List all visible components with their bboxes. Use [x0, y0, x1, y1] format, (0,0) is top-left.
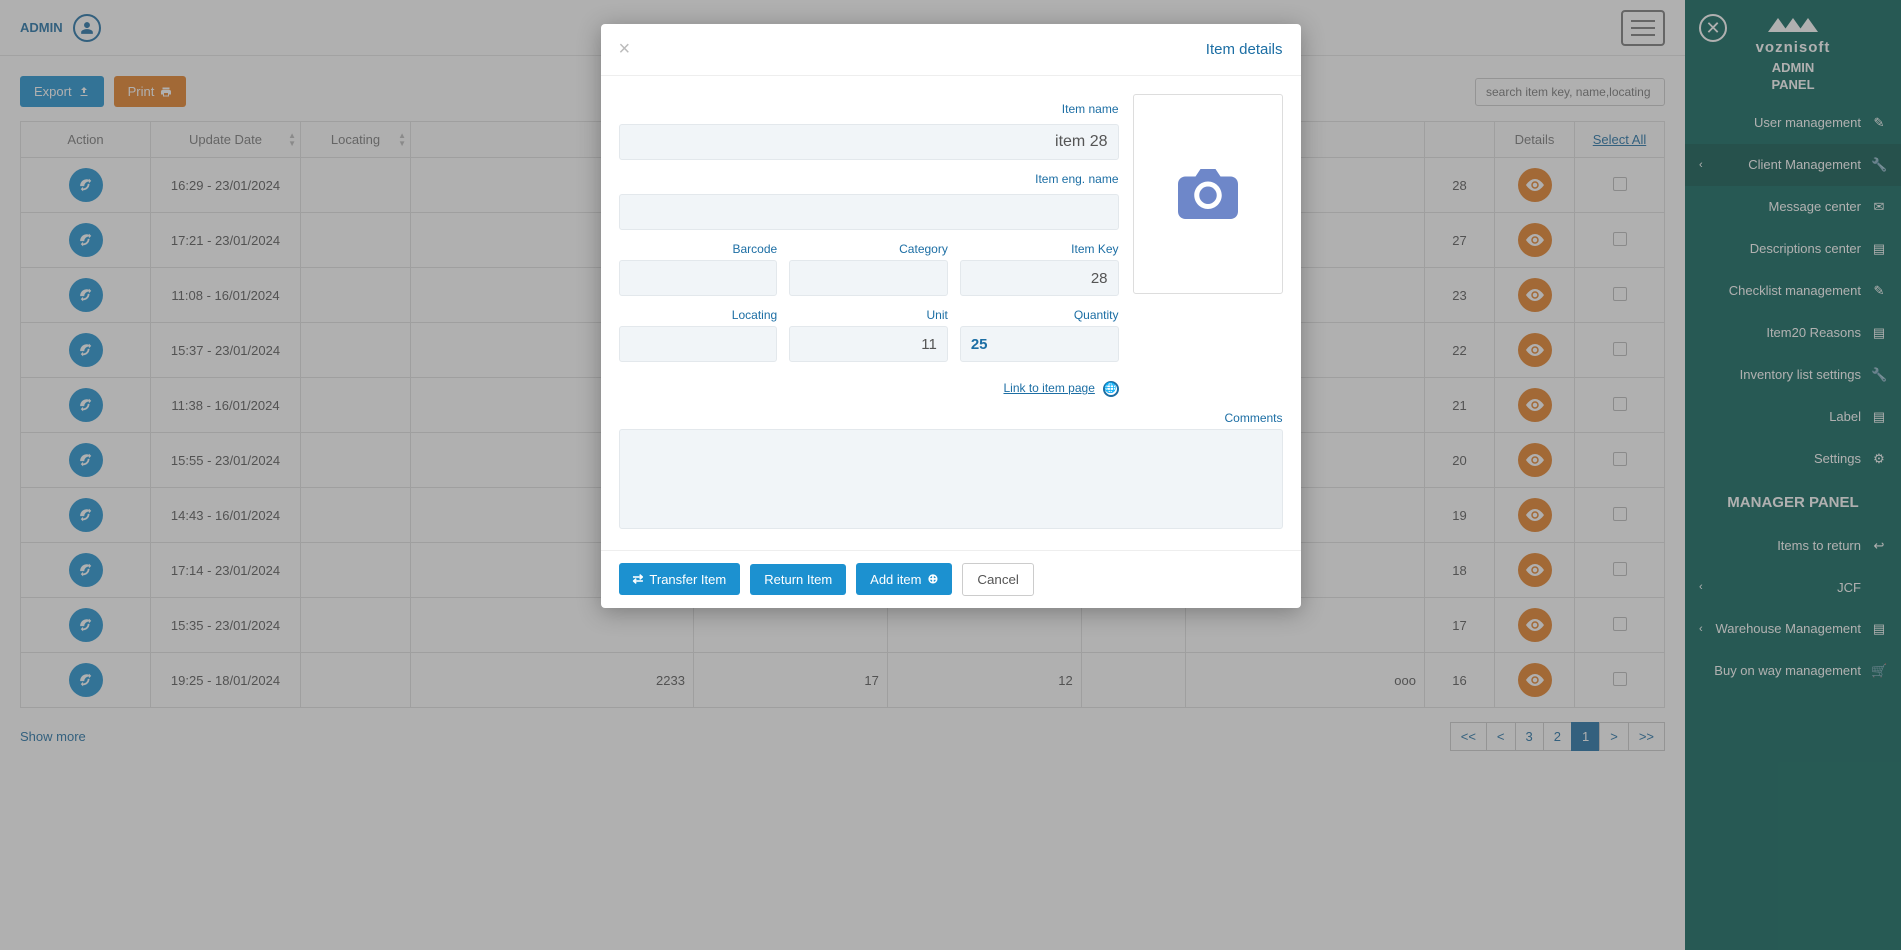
unit-input[interactable]: [789, 326, 948, 362]
quantity-input[interactable]: [960, 326, 1119, 362]
item-name-input[interactable]: [619, 124, 1119, 160]
comments-input[interactable]: [619, 429, 1283, 529]
return-item-button[interactable]: Return Item: [750, 564, 846, 595]
plus-icon: ⊕: [927, 571, 938, 587]
cancel-button[interactable]: Cancel: [962, 563, 1034, 596]
category-input[interactable]: [789, 260, 948, 296]
barcode-input[interactable]: [619, 260, 778, 296]
item-eng-input[interactable]: [619, 194, 1119, 230]
label-category: Category: [789, 242, 948, 256]
modal-title: Item details: [1206, 41, 1283, 58]
label-comments: Comments: [619, 411, 1283, 425]
label-barcode: Barcode: [619, 242, 778, 256]
label-key: Item Key: [960, 242, 1119, 256]
transfer-icon: ⇄: [633, 571, 644, 587]
globe-icon: 🌐: [1103, 381, 1119, 397]
modal-overlay: × Item details Item name Item eng. name …: [0, 0, 1901, 950]
item-details-modal: × Item details Item name Item eng. name …: [601, 24, 1301, 608]
label-quantity: Quantity: [960, 308, 1119, 322]
photo-placeholder[interactable]: [1133, 94, 1283, 294]
close-icon[interactable]: ×: [619, 38, 631, 61]
add-item-button[interactable]: Add item⊕: [856, 563, 952, 595]
label-item-eng: Item eng. name: [619, 172, 1119, 186]
locating-input[interactable]: [619, 326, 778, 362]
key-input[interactable]: [960, 260, 1119, 296]
transfer-item-button[interactable]: ⇄Transfer Item: [619, 563, 741, 595]
label-unit: Unit: [789, 308, 948, 322]
item-page-link[interactable]: Link to item page: [1003, 381, 1094, 395]
label-locating: Locating: [619, 308, 778, 322]
label-item-name: Item name: [619, 102, 1119, 116]
